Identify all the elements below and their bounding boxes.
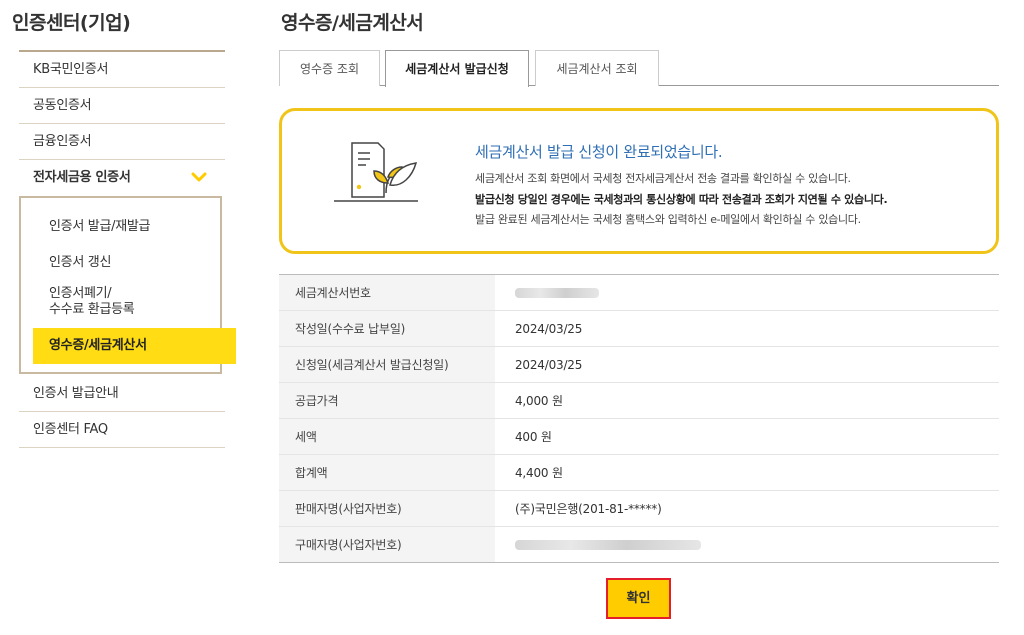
submenu-item-label: 인증서폐기/ — [49, 286, 112, 301]
table-row: 판매자명(사업자번호) (주)국민은행(201-81-*****) — [279, 490, 999, 527]
row-value-redacted — [495, 274, 999, 311]
row-label: 공급가격 — [279, 382, 495, 419]
row-label: 작성일(수수료 납부일) — [279, 310, 495, 347]
row-value-redacted — [495, 527, 999, 563]
sidebar-item-joint-cert[interactable]: 공동인증서 — [19, 88, 225, 124]
row-value: 2024/03/25 — [495, 346, 999, 383]
sidebar-menu: KB국민인증서 공동인증서 금융인증서 전자세금용 인증서 인증서 발급/재발급… — [19, 50, 236, 448]
tab-bar: 영수증 조회 세금계산서 발급신청 세금계산서 조회 — [279, 50, 999, 87]
row-label: 세액 — [279, 418, 495, 455]
row-label: 세금계산서번호 — [279, 274, 495, 311]
tab-receipt-inquiry[interactable]: 영수증 조회 — [279, 50, 380, 86]
sidebar-item-faq[interactable]: 인증센터 FAQ — [19, 412, 225, 448]
notice-line-3: 발급 완료된 세금계산서는 국세청 홈택스와 입력하신 e-메일에서 확인하실 … — [475, 213, 861, 226]
sidebar-item-issue-guide[interactable]: 인증서 발급안내 — [19, 376, 225, 412]
redacted-value — [515, 540, 701, 550]
table-row: 합계액 4,400 원 — [279, 454, 999, 491]
tab-tax-invoice-inquiry[interactable]: 세금계산서 조회 — [535, 50, 659, 86]
notice-line-1: 세금계산서 조회 화면에서 국세청 전자세금계산서 전송 결과를 확인하실 수 … — [475, 172, 851, 185]
sidebar-item-financial-cert[interactable]: 금융인증서 — [19, 124, 225, 160]
row-value: 4,400 원 — [495, 454, 999, 491]
submenu-item-renew[interactable]: 인증서 갱신 — [21, 251, 111, 270]
sidebar-item-label: 전자세금용 인증서 — [33, 170, 131, 185]
row-value: (주)국민은행(201-81-*****) — [495, 490, 999, 527]
chevron-down-icon — [191, 172, 207, 182]
sidebar-title: 인증센터(기업) — [12, 12, 131, 34]
submenu-item-issue[interactable]: 인증서 발급/재발급 — [21, 215, 151, 234]
table-row: 작성일(수수료 납부일) 2024/03/25 — [279, 310, 999, 347]
row-label: 신청일(세금계산서 발급신청일) — [279, 346, 495, 383]
table-row: 신청일(세금계산서 발급신청일) 2024/03/25 — [279, 346, 999, 383]
completion-notice: 세금계산서 발급 신청이 완료되었습니다. 세금계산서 조회 화면에서 국세청 … — [279, 108, 999, 254]
submenu-item-label-2: 수수료 환급등록 — [49, 302, 135, 317]
row-label: 판매자명(사업자번호) — [279, 490, 495, 527]
row-label: 합계액 — [279, 454, 495, 491]
page-title: 영수증/세금계산서 — [281, 12, 424, 34]
confirm-button[interactable]: 확인 — [606, 578, 671, 619]
document-leaf-icon — [334, 142, 418, 202]
tab-tax-invoice-request[interactable]: 세금계산서 발급신청 — [385, 50, 529, 87]
table-row: 공급가격 4,000 원 — [279, 382, 999, 419]
sidebar-submenu: 인증서 발급/재발급 인증서 갱신 인증서폐기/ 수수료 환급등록 영수증/세금… — [19, 196, 236, 374]
row-value: 2024/03/25 — [495, 310, 999, 347]
table-row: 구매자명(사업자번호) — [279, 526, 999, 563]
submenu-item-receipt-tax-invoice[interactable]: 영수증/세금계산서 — [33, 328, 236, 364]
notice-heading: 세금계산서 발급 신청이 완료되었습니다. — [475, 143, 723, 161]
sidebar-item-e-tax-cert[interactable]: 전자세금용 인증서 — [19, 160, 225, 196]
notice-line-2: 발급신청 당일인 경우에는 국세청과의 통신상황에 따라 전송결과 조회가 지연… — [475, 193, 888, 206]
tax-invoice-info-table: 세금계산서번호 작성일(수수료 납부일) 2024/03/25 신청일(세금계산… — [279, 274, 999, 563]
redacted-value — [515, 288, 599, 298]
submenu-item-revoke[interactable]: 인증서폐기/ 수수료 환급등록 — [21, 286, 135, 318]
table-row: 세액 400 원 — [279, 418, 999, 455]
row-label: 구매자명(사업자번호) — [279, 526, 495, 563]
table-row: 세금계산서번호 — [279, 274, 999, 311]
row-value: 4,000 원 — [495, 382, 999, 419]
row-value: 400 원 — [495, 418, 999, 455]
sidebar-item-kb-cert[interactable]: KB국민인증서 — [19, 52, 225, 88]
